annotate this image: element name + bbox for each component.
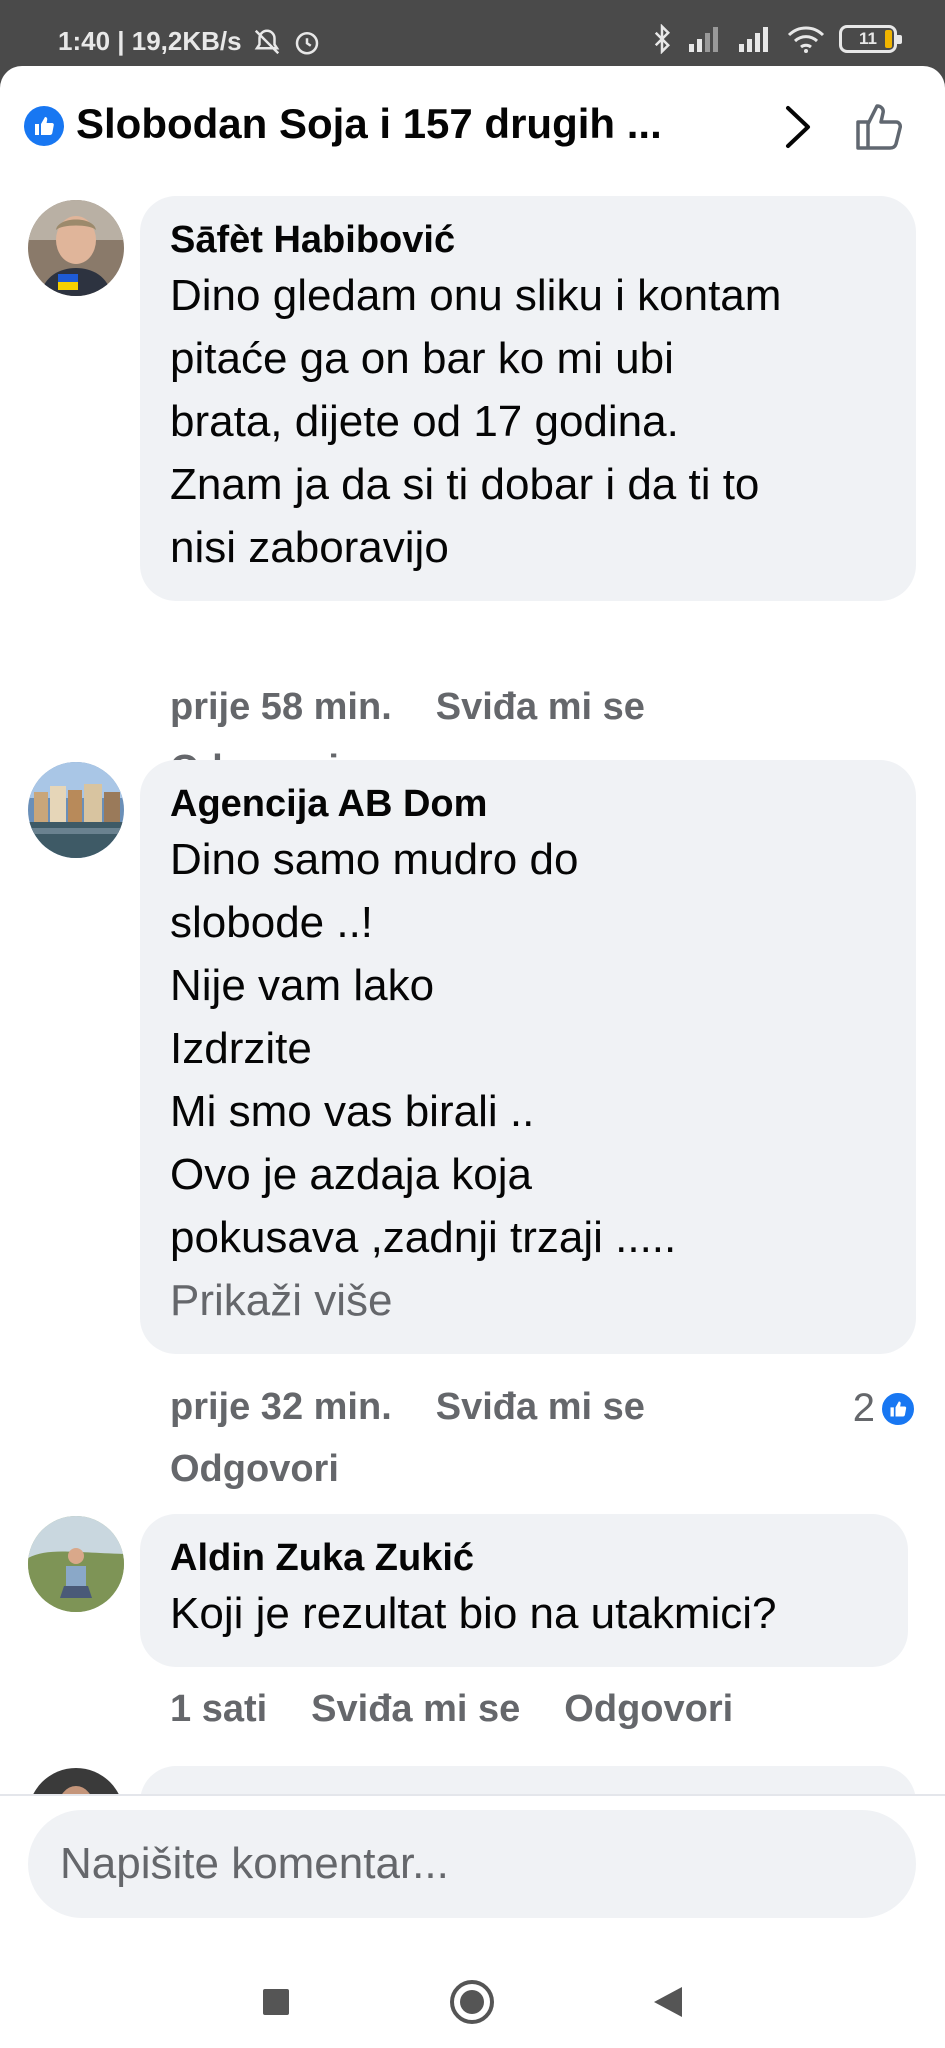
comment-meta: 1 sati Sviđa mi se Odgovori [170,1678,777,1740]
like-link[interactable]: Sviđa mi se [436,1386,645,1428]
avatar[interactable] [28,1768,124,1794]
show-more-link[interactable]: Prikaži više [170,1269,886,1332]
recents-button[interactable] [252,1978,300,2026]
reply-link[interactable]: Odgovori [564,1688,733,1730]
comments-sheet: Slobodan Soja i 157 drugih ... Sāfèt Hab… [0,66,945,2048]
signal-icon [689,27,718,52]
comment-text: Koji je rezultat bio na utakmici? [170,1589,777,1638]
chevron-right-icon[interactable] [778,102,818,152]
like-badge-icon [24,106,64,146]
comment-text: Dino samo mudro do slobode ..! Nije vam … [170,835,677,1262]
reaction-number: 2 [852,1386,875,1430]
reaction-count[interactable]: 2 [853,1386,917,1431]
comment-bubble[interactable]: Agencija AB Dom Dino samo mudro do slobo… [140,760,916,1354]
comment-author[interactable]: Agencija AB Dom [170,780,886,828]
status-time-speed: 1:40 | 19,2KB/s [58,26,242,56]
reactions-title[interactable]: Slobodan Soja i 157 drugih ... [76,100,662,148]
comment-input[interactable]: Napišite komentar... [28,1810,916,1918]
comment-time[interactable]: prije 32 min. [170,1386,392,1428]
system-nav-bar [0,1950,945,2048]
battery-level: 11 [859,29,877,48]
alarm-icon [295,31,318,54]
home-circle-icon [450,1980,494,2024]
signal-icon-2 [739,27,768,52]
comment-bubble[interactable] [140,1766,916,1794]
back-button[interactable] [644,1978,692,2026]
battery-icon: 11 [839,25,902,53]
status-right: 11 [651,24,902,54]
comment-bubble[interactable]: Aldin Zuka Zukić Koji je rezultat bio na… [140,1514,908,1667]
wifi-icon [787,26,825,53]
back-triangle-icon [654,1987,682,2017]
comment-author[interactable]: Aldin Zuka Zukić [170,1534,878,1582]
home-button[interactable] [448,1978,496,2026]
reply-link[interactable]: Odgovori [170,1448,339,1490]
like-reaction-icon [879,1389,917,1428]
comment-time[interactable]: prije 58 min. [170,686,392,728]
comment-4-partial [0,1766,945,1794]
like-link[interactable]: Sviđa mi se [311,1688,520,1730]
reactions-header[interactable]: Slobodan Soja i 157 drugih ... [0,66,945,194]
comment-bubble[interactable]: Sāfèt Habibović Dino gledam onu sliku i … [140,196,916,601]
comment-input-placeholder: Napišite komentar... [60,1839,449,1888]
composer-bar: Napišite komentar... [0,1794,945,1944]
comment-author[interactable]: Sāfèt Habibović [170,216,886,264]
square-icon [263,1989,289,2015]
comment-text: Dino gledam onu sliku i kontam pitaće ga… [170,271,782,572]
avatar[interactable] [28,200,124,296]
muted-bell-icon [254,28,279,54]
status-left: 1:40 | 19,2KB/s [58,26,322,57]
bluetooth-icon [654,24,671,54]
avatar[interactable] [28,762,124,858]
like-button-icon[interactable] [852,98,908,154]
comment-meta: prije 32 min. Sviđa mi se Odgovori [170,1376,689,1500]
comment-time[interactable]: 1 sati [170,1688,267,1730]
like-link[interactable]: Sviđa mi se [436,686,645,728]
avatar[interactable] [28,1516,124,1612]
